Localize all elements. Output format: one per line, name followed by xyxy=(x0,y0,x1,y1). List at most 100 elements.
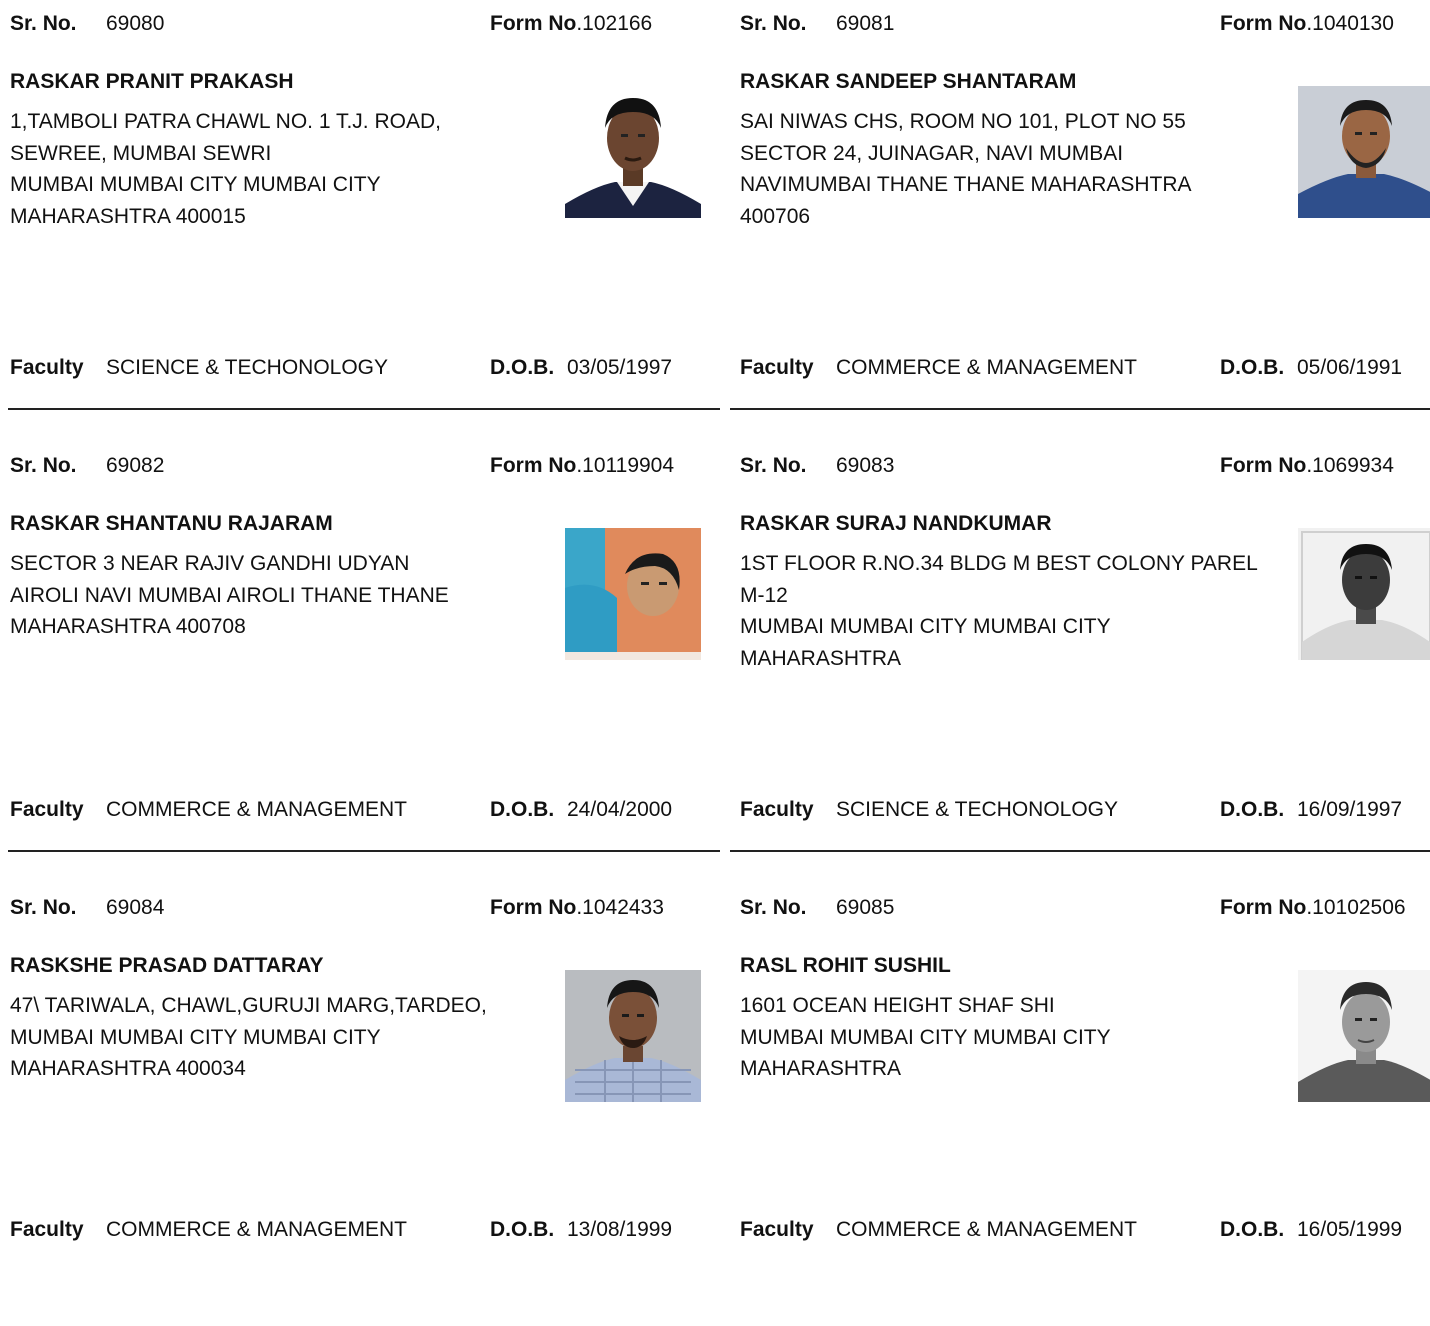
sr-no-value: 69085 xyxy=(836,896,895,919)
record-card: Sr. No. 69082 Form No.10119904 RASKAR SH… xyxy=(0,442,720,884)
faculty-value: COMMERCE & MANAGEMENT xyxy=(106,1218,408,1241)
record-divider xyxy=(730,408,1430,410)
form-no-label: Form No xyxy=(1220,454,1307,477)
candidate-address: SAI NIWAS CHS, ROOM NO 101, PLOT NO 55 S… xyxy=(740,110,1192,228)
form-no-value: .1042433 xyxy=(576,896,664,919)
record-divider xyxy=(8,408,720,410)
passport-photo xyxy=(1298,86,1430,218)
candidate-name: RASKAR PRANIT PRAKASH xyxy=(10,70,294,93)
dob-label: D.O.B. xyxy=(1220,356,1285,379)
record-header: Sr. No. 69084 Form No.1042433 xyxy=(0,896,720,924)
form-no-field: Form No.10102506 xyxy=(1220,896,1406,920)
dob-value: 03/05/1997 xyxy=(567,356,673,379)
photo-portrait-icon xyxy=(1298,528,1430,660)
sr-no-label: Sr. No. xyxy=(10,896,77,919)
record-footer: Faculty COMMERCE & MANAGEMENT D.O.B. 16/… xyxy=(730,1218,1430,1248)
dob-label: D.O.B. xyxy=(1220,798,1285,821)
record-header: Sr. No. 69085 Form No.10102506 xyxy=(730,896,1430,924)
sr-no-value: 69080 xyxy=(106,12,165,35)
faculty-value: COMMERCE & MANAGEMENT xyxy=(836,1218,1138,1241)
sr-no-label: Sr. No. xyxy=(740,896,807,919)
form-no-field: Form No.102166 xyxy=(490,12,652,36)
faculty-value: SCIENCE & TECHONOLOGY xyxy=(836,798,1119,821)
candidate-address: SECTOR 3 NEAR RAJIV GANDHI UDYAN AIROLI … xyxy=(10,552,449,638)
record-card: Sr. No. 69084 Form No.1042433 RASKSHE PR… xyxy=(0,884,720,1326)
candidate-name: RASKAR SHANTANU RAJARAM xyxy=(10,512,333,535)
record-card: Sr. No. 69080 Form No.102166 RASKAR PRAN… xyxy=(0,0,720,442)
candidate-name: RASKAR SURAJ NANDKUMAR xyxy=(740,512,1052,535)
faculty-label: Faculty xyxy=(10,1218,84,1241)
form-no-label: Form No xyxy=(490,896,577,919)
form-no-value: .102166 xyxy=(576,12,653,35)
dob-label: D.O.B. xyxy=(490,798,555,821)
dob-value: 13/08/1999 xyxy=(567,1218,673,1241)
photo-portrait-icon xyxy=(1298,970,1430,1102)
form-no-label: Form No xyxy=(490,12,577,35)
record-footer: Faculty COMMERCE & MANAGEMENT D.O.B. 05/… xyxy=(730,356,1430,386)
candidate-address: 47\ TARIWALA, CHAWL,GURUJI MARG,TARDEO, … xyxy=(10,994,487,1080)
form-no-field: Form No.10119904 xyxy=(490,454,674,478)
sr-no-value: 69084 xyxy=(106,896,165,919)
passport-photo xyxy=(565,970,701,1102)
faculty-label: Faculty xyxy=(10,356,84,379)
record-footer: Faculty SCIENCE & TECHONOLOGY D.O.B. 16/… xyxy=(730,798,1430,828)
candidate-address: 1601 OCEAN HEIGHT SHAF SHI MUMBAI MUMBAI… xyxy=(740,994,1111,1080)
faculty-value: COMMERCE & MANAGEMENT xyxy=(106,798,408,821)
record-card: Sr. No. 69083 Form No.1069934 RASKAR SUR… xyxy=(730,442,1430,884)
faculty-value: COMMERCE & MANAGEMENT xyxy=(836,356,1138,379)
candidate-name: RASKAR SANDEEP SHANTARAM xyxy=(740,70,1077,93)
faculty-value: SCIENCE & TECHONOLOGY xyxy=(106,356,389,379)
sr-no-value: 69081 xyxy=(836,12,895,35)
photo-portrait-icon xyxy=(565,528,701,660)
record-card: Sr. No. 69085 Form No.10102506 RASL ROHI… xyxy=(730,884,1430,1326)
form-no-value: .10102506 xyxy=(1306,896,1406,919)
record-header: Sr. No. 69080 Form No.102166 xyxy=(0,12,720,40)
dob-value: 16/09/1997 xyxy=(1297,798,1403,821)
dob-label: D.O.B. xyxy=(1220,1218,1285,1241)
faculty-label: Faculty xyxy=(740,356,814,379)
candidate-address: 1,TAMBOLI PATRA CHAWL NO. 1 T.J. ROAD, S… xyxy=(10,110,441,228)
form-no-field: Form No.1040130 xyxy=(1220,12,1394,36)
dob-value: 24/04/2000 xyxy=(567,798,673,821)
sr-no-value: 69083 xyxy=(836,454,895,477)
record-header: Sr. No. 69082 Form No.10119904 xyxy=(0,454,720,482)
dob-value: 16/05/1999 xyxy=(1297,1218,1403,1241)
form-no-field: Form No.1042433 xyxy=(490,896,664,920)
record-header: Sr. No. 69081 Form No.1040130 xyxy=(730,12,1430,40)
passport-photo xyxy=(1298,970,1430,1102)
candidate-name: RASL ROHIT SUSHIL xyxy=(740,954,951,977)
faculty-label: Faculty xyxy=(10,798,84,821)
photo-portrait-icon xyxy=(565,970,701,1102)
sr-no-label: Sr. No. xyxy=(740,12,807,35)
dob-label: D.O.B. xyxy=(490,356,555,379)
sr-no-label: Sr. No. xyxy=(10,454,77,477)
sr-no-label: Sr. No. xyxy=(740,454,807,477)
record-divider xyxy=(8,850,720,852)
record-footer: Faculty COMMERCE & MANAGEMENT D.O.B. 13/… xyxy=(0,1218,720,1248)
sr-no-label: Sr. No. xyxy=(10,12,77,35)
form-no-label: Form No xyxy=(1220,12,1307,35)
record-footer: Faculty SCIENCE & TECHONOLOGY D.O.B. 03/… xyxy=(0,356,720,386)
candidate-address: 1ST FLOOR R.NO.34 BLDG M BEST COLONY PAR… xyxy=(740,552,1258,670)
form-no-label: Form No xyxy=(490,454,577,477)
form-no-value: .10119904 xyxy=(576,454,675,477)
faculty-label: Faculty xyxy=(740,1218,814,1241)
dob-label: D.O.B. xyxy=(490,1218,555,1241)
dob-value: 05/06/1991 xyxy=(1297,356,1403,379)
passport-photo xyxy=(565,528,701,660)
record-footer: Faculty COMMERCE & MANAGEMENT D.O.B. 24/… xyxy=(0,798,720,828)
record-card: Sr. No. 69081 Form No.1040130 RASKAR SAN… xyxy=(730,0,1430,442)
form-no-value: .1040130 xyxy=(1306,12,1394,35)
faculty-label: Faculty xyxy=(740,798,814,821)
form-no-field: Form No.1069934 xyxy=(1220,454,1394,478)
passport-photo xyxy=(1298,528,1430,660)
candidate-name: RASKSHE PRASAD DATTARAY xyxy=(10,954,324,977)
sr-no-value: 69082 xyxy=(106,454,165,477)
photo-portrait-icon xyxy=(1298,86,1430,218)
record-header: Sr. No. 69083 Form No.1069934 xyxy=(730,454,1430,482)
passport-photo xyxy=(565,86,701,218)
photo-portrait-icon xyxy=(565,86,701,218)
form-no-label: Form No xyxy=(1220,896,1307,919)
form-no-value: .1069934 xyxy=(1306,454,1394,477)
record-divider xyxy=(730,850,1430,852)
